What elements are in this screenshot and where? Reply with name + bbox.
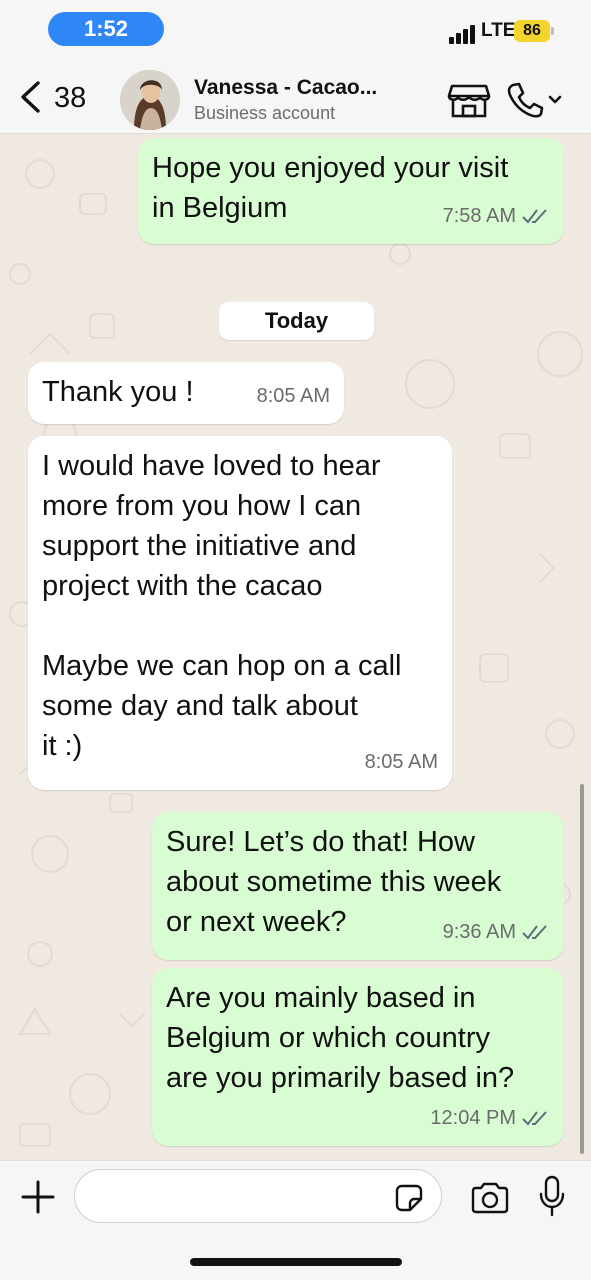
microphone-icon [539, 1175, 565, 1217]
camera-button[interactable] [470, 1181, 510, 1215]
contact-subtitle: Business account [194, 103, 336, 123]
message-bubble-incoming[interactable]: I would have loved to hear more from you… [28, 436, 452, 790]
message-time: 9:36 AM [442, 921, 516, 943]
double-check-icon [522, 209, 547, 224]
attach-button[interactable] [20, 1179, 56, 1215]
store-icon [447, 84, 491, 118]
back-button[interactable]: 38 [10, 74, 100, 120]
chat-area[interactable]: Hope you enjoyed your visit in Belgium 7… [0, 134, 591, 1160]
call-button[interactable] [504, 80, 564, 120]
double-check-icon [522, 925, 547, 940]
chat-header: 38 Vanessa - Cacao... Business account [0, 62, 591, 134]
phone-icon [507, 82, 562, 118]
chevron-down-icon [548, 95, 562, 104]
plus-icon [21, 1180, 55, 1214]
unread-count: 38 [54, 82, 87, 114]
message-time: 7:58 AM [442, 205, 516, 227]
message-input[interactable] [74, 1169, 442, 1223]
message-time: 8:05 AM [256, 385, 330, 407]
message-bubble-outgoing[interactable]: Are you mainly based in Belgium or which… [152, 968, 564, 1146]
battery-tip [551, 27, 554, 35]
message-meta: 8:05 AM [257, 376, 330, 416]
camera-icon [471, 1182, 509, 1214]
voice-button[interactable] [538, 1175, 566, 1217]
avatar[interactable] [120, 70, 180, 130]
message-text: I would have loved to hear more from you… [42, 450, 402, 762]
catalog-button[interactable] [446, 80, 492, 120]
message-bubble-incoming[interactable]: Thank you ! 8:05 AM [28, 362, 344, 424]
date-separator: Today [219, 302, 374, 340]
status-bar: 1:52 LTE 86 [0, 0, 591, 62]
message-text: Are you mainly based in Belgium or which… [166, 982, 515, 1094]
signal-icon [449, 24, 477, 44]
message-meta: 7:58 AM [443, 196, 550, 236]
network-label: LTE [481, 20, 516, 41]
home-indicator[interactable] [190, 1258, 402, 1266]
message-time: 8:05 AM [364, 751, 438, 773]
message-time: 12:04 PM [430, 1107, 516, 1129]
contact-name[interactable]: Vanessa - Cacao... [194, 76, 377, 100]
message-bubble-outgoing[interactable]: Sure! Let’s do that! How about sometime … [152, 812, 564, 960]
avatar-image [120, 70, 180, 130]
battery-icon: 86 [514, 20, 550, 42]
message-meta: 8:05 AM [365, 742, 438, 782]
scrollbar[interactable] [580, 784, 584, 1154]
message-meta: 9:36 AM [443, 912, 550, 952]
sticker-button[interactable] [394, 1183, 424, 1213]
message-bubble-outgoing[interactable]: Hope you enjoyed your visit in Belgium 7… [138, 138, 564, 244]
message-meta: 12:04 PM [430, 1098, 550, 1138]
status-time: 1:52 [48, 12, 164, 46]
double-check-icon [522, 1111, 547, 1126]
chevron-left-icon [21, 81, 40, 113]
sticker-icon [395, 1184, 423, 1212]
